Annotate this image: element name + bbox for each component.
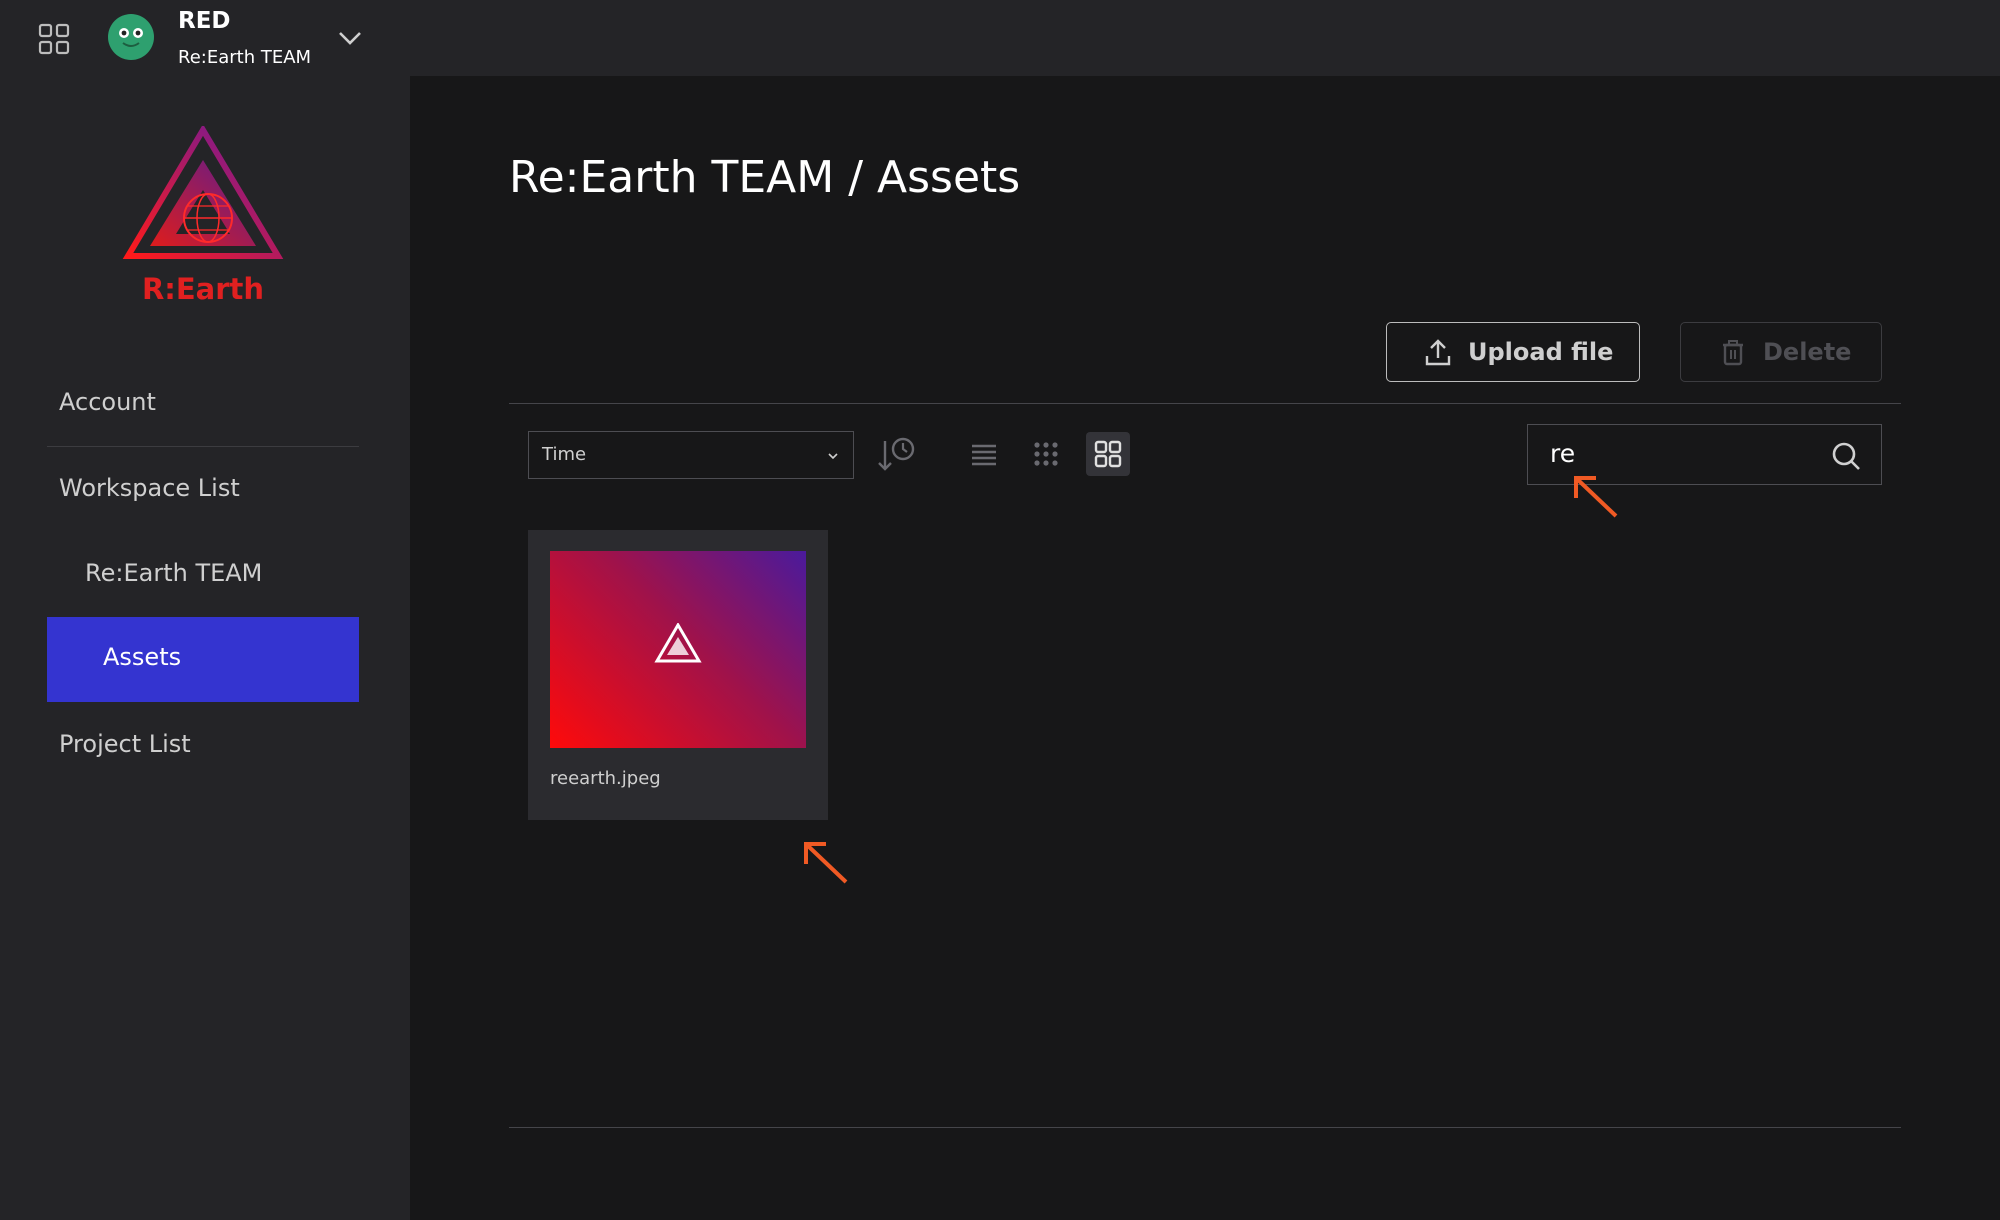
delete-label: Delete bbox=[1763, 338, 1852, 366]
reearth-logo-icon bbox=[654, 623, 702, 663]
sort-select[interactable]: Time bbox=[528, 431, 854, 479]
avatar-face-icon bbox=[119, 28, 143, 47]
sort-direction-icon[interactable] bbox=[877, 435, 917, 475]
asset-thumbnail bbox=[550, 551, 806, 748]
apps-grid-icon[interactable] bbox=[38, 23, 70, 55]
footer-divider bbox=[509, 1127, 1901, 1128]
toolbar-divider bbox=[509, 403, 1901, 404]
sidebar-item-assets[interactable]: Assets bbox=[47, 617, 359, 702]
search-icon[interactable] bbox=[1831, 441, 1861, 471]
top-bar: RED Re:Earth TEAM bbox=[0, 0, 2000, 76]
search-input-value: re bbox=[1550, 439, 1576, 468]
asset-name: reearth.jpeg bbox=[550, 768, 661, 789]
asset-card[interactable]: reearth.jpeg bbox=[528, 530, 828, 820]
sidebar-item-workspace-list[interactable]: Workspace List bbox=[59, 474, 240, 502]
trash-icon bbox=[1723, 340, 1743, 366]
upload-file-button[interactable]: Upload file bbox=[1386, 322, 1640, 382]
page-title: Re:Earth TEAM / Assets bbox=[509, 152, 1021, 203]
chevron-down-icon bbox=[828, 453, 838, 460]
sidebar-item-reearth-team[interactable]: Re:Earth TEAM bbox=[85, 559, 262, 587]
annotation-arrow-icon bbox=[804, 842, 848, 884]
workspace-team: Re:Earth TEAM bbox=[178, 47, 312, 68]
chevron-down-icon[interactable] bbox=[336, 26, 364, 50]
large-grid-view-button[interactable] bbox=[1086, 432, 1130, 476]
small-grid-view-icon[interactable] bbox=[1030, 438, 1062, 470]
avatar[interactable] bbox=[108, 14, 154, 60]
large-grid-view-icon bbox=[1094, 440, 1122, 468]
logo-text: R:Earth bbox=[141, 272, 265, 306]
delete-button[interactable]: Delete bbox=[1680, 322, 1882, 382]
sidebar-item-label: Assets bbox=[103, 643, 182, 671]
annotation-arrow-icon bbox=[1574, 476, 1618, 518]
upload-file-label: Upload file bbox=[1468, 338, 1614, 366]
sidebar-item-account[interactable]: Account bbox=[59, 388, 156, 416]
upload-icon bbox=[1425, 339, 1451, 366]
sidebar-item-project-list[interactable]: Project List bbox=[59, 730, 191, 758]
reearth-logo: R:Earth bbox=[118, 124, 288, 316]
sidebar: R:Earth Account Workspace List Re:Earth … bbox=[0, 76, 410, 1220]
sort-select-value: Time bbox=[542, 444, 587, 465]
workspace-name: RED bbox=[178, 8, 231, 34]
logo-triangle-icon bbox=[122, 124, 284, 259]
sidebar-divider bbox=[47, 446, 359, 447]
list-view-icon[interactable] bbox=[968, 438, 1000, 470]
